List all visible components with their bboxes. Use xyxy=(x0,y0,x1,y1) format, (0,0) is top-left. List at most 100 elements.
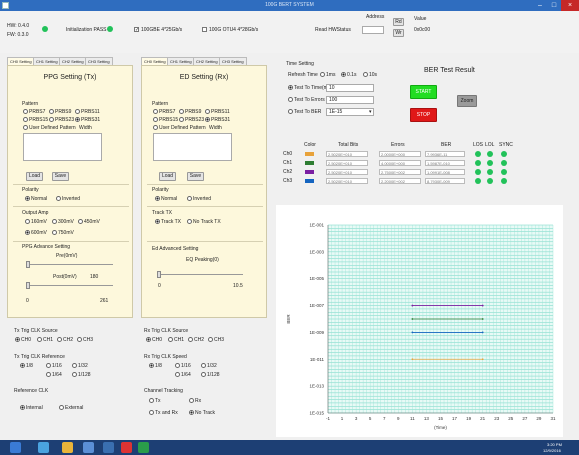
rx-clk-spd-8[interactable]: 1/8 xyxy=(149,363,162,369)
ppg-amp-300[interactable]: 300mV xyxy=(52,219,74,225)
tab-ch1-tx[interactable]: CH1 Setting xyxy=(33,57,61,65)
ppg-load-button[interactable]: Load xyxy=(26,172,43,181)
ppg-pattern-prbs31[interactable]: PRBS31 xyxy=(75,117,100,123)
tab-ch0-tx[interactable]: CH0 Setting xyxy=(7,57,35,65)
refresh-01s[interactable]: 0.1s xyxy=(341,72,356,78)
ed-load-button[interactable]: Load xyxy=(159,172,176,181)
maximize-button[interactable]: □ xyxy=(547,0,561,11)
tx-clk-src-ch0[interactable]: CH0 xyxy=(15,337,31,343)
errors-cell[interactable]: 2.7500E+002 xyxy=(379,169,421,175)
ppg-post-thumb[interactable] xyxy=(26,282,30,289)
tab-ch2-tx[interactable]: CH2 Setting xyxy=(59,57,87,65)
tx-clk-ref-8[interactable]: 1/8 xyxy=(20,363,33,369)
read-button[interactable]: Rd xyxy=(393,18,404,26)
stop-button[interactable]: STOP xyxy=(410,108,437,122)
total-bits-cell[interactable]: 2.5020E+010 xyxy=(326,169,368,175)
ed-user-pattern-textarea[interactable] xyxy=(153,133,232,161)
ppg-pattern-prbs23[interactable]: PRBS23 xyxy=(49,117,74,123)
ppg-post-slider[interactable] xyxy=(26,285,113,286)
ed-pattern-prbs31[interactable]: PRBS31 xyxy=(205,117,230,123)
tab-ch1-rx[interactable]: CH1 Setting xyxy=(167,57,195,65)
ref-clk-internal[interactable]: Internal xyxy=(20,405,43,411)
tx-clk-ref-128[interactable]: 1/128 xyxy=(72,372,91,378)
test-ber-select[interactable]: 1E-15 xyxy=(326,108,374,116)
app-icon[interactable] xyxy=(138,442,149,453)
total-bits-cell[interactable]: 2.5020E+010 xyxy=(326,178,368,184)
test-errors-input[interactable]: 100 xyxy=(326,96,374,104)
app-icon[interactable] xyxy=(121,442,132,453)
minimize-button[interactable]: – xyxy=(533,0,547,11)
total-bits-cell[interactable]: 2.5020E+010 xyxy=(326,160,368,166)
checkbox-icon[interactable] xyxy=(202,27,207,33)
ref-clk-external[interactable]: External xyxy=(59,405,83,411)
folder-icon[interactable] xyxy=(62,442,73,453)
ed-user-pattern[interactable]: User Defined Pattern xyxy=(153,125,206,131)
write-button[interactable]: Wr xyxy=(393,29,404,37)
ed-pattern-prbs23[interactable]: PRBS23 xyxy=(179,117,204,123)
start-button[interactable]: START xyxy=(410,85,437,99)
ber-cell[interactable]: 8.7930E-009 xyxy=(425,178,465,184)
tx-clk-src-ch1[interactable]: CH1 xyxy=(37,337,53,343)
test-time-input[interactable]: 10 xyxy=(326,84,374,92)
ed-polarity-normal[interactable]: Normal xyxy=(155,196,177,202)
track-none[interactable]: No Track xyxy=(189,410,215,416)
rx-clk-spd-16[interactable]: 1/16 xyxy=(175,363,191,369)
mode-100gbe[interactable]: 100GBE 4*25Gb/s xyxy=(134,27,182,33)
read-hwstatus-button[interactable]: Read HWStatus xyxy=(315,27,351,33)
tab-ch3-tx[interactable]: CH3 Setting xyxy=(85,57,113,65)
refresh-10s[interactable]: 10s xyxy=(363,72,377,78)
rx-clk-spd-32[interactable]: 1/32 xyxy=(201,363,217,369)
ed-pattern-prbs15[interactable]: PRBS15 xyxy=(153,117,178,123)
ppg-amp-600[interactable]: 600mV xyxy=(25,230,47,236)
ed-track-tx[interactable]: Track TX xyxy=(155,219,181,225)
ppg-pattern-prbs15[interactable]: PRBS15 xyxy=(23,117,48,123)
ber-cell[interactable]: 1.0991E-008 xyxy=(425,169,465,175)
ppg-pre-thumb[interactable] xyxy=(26,261,30,268)
test-to-ber[interactable]: Test To BER xyxy=(288,109,321,115)
tab-ch3-rx[interactable]: CH3 Setting xyxy=(219,57,247,65)
errors-cell[interactable]: 4.0000E+000 xyxy=(379,160,421,166)
ppg-amp-450[interactable]: 450mV xyxy=(78,219,100,225)
rx-clk-src-ch1[interactable]: CH1 xyxy=(168,337,184,343)
rx-clk-spd-128[interactable]: 1/128 xyxy=(201,372,220,378)
ed-pattern-prbs7[interactable]: PRBS7 xyxy=(153,109,175,115)
ppg-user-pattern[interactable]: User Defined Pattern xyxy=(23,125,76,131)
rx-clk-src-ch2[interactable]: CH2 xyxy=(188,337,204,343)
zoom-button[interactable]: Zoom xyxy=(457,95,477,107)
start-icon[interactable] xyxy=(10,442,21,453)
track-tx-and-rx[interactable]: Tx and Rx xyxy=(149,410,178,416)
ppg-pattern-prbs11[interactable]: PRBS11 xyxy=(75,109,100,115)
app-icon[interactable] xyxy=(83,442,94,453)
refresh-1ms[interactable]: 1ms xyxy=(320,72,335,78)
ed-eq-thumb[interactable] xyxy=(157,271,161,278)
ed-save-button[interactable]: Save xyxy=(187,172,204,181)
ppg-user-pattern-textarea[interactable] xyxy=(23,133,102,161)
ppg-save-button[interactable]: Save xyxy=(52,172,69,181)
ppg-pattern-prbs9[interactable]: PRBS9 xyxy=(49,109,71,115)
track-rx[interactable]: Rx xyxy=(189,398,201,404)
rx-clk-src-ch0[interactable]: CH0 xyxy=(146,337,162,343)
rx-clk-src-ch3[interactable]: CH3 xyxy=(208,337,224,343)
tx-clk-src-ch3[interactable]: CH3 xyxy=(77,337,93,343)
total-bits-cell[interactable]: 2.5020E+010 xyxy=(326,151,368,157)
ed-pattern-prbs11[interactable]: PRBS11 xyxy=(205,109,230,115)
ppg-polarity-inverted[interactable]: Inverted xyxy=(56,196,80,202)
checkbox-icon[interactable] xyxy=(134,27,139,33)
tx-clk-ref-16[interactable]: 1/16 xyxy=(46,363,62,369)
ppg-amp-750[interactable]: 750mV xyxy=(52,230,74,236)
ed-no-track-tx[interactable]: No Track TX xyxy=(187,219,221,225)
browser-icon[interactable] xyxy=(38,442,49,453)
ed-eq-slider[interactable] xyxy=(157,274,243,275)
ed-polarity-inverted[interactable]: Inverted xyxy=(187,196,211,202)
app-icon[interactable] xyxy=(103,442,114,453)
ppg-pre-slider[interactable] xyxy=(26,264,113,265)
tx-clk-ref-64[interactable]: 1/64 xyxy=(46,372,62,378)
close-button[interactable]: × xyxy=(561,0,579,11)
ber-cell[interactable]: 1.5987E-010 xyxy=(425,160,465,166)
errors-cell[interactable]: 2.2000E+002 xyxy=(379,178,421,184)
errors-cell[interactable]: 2.0000E+000 xyxy=(379,151,421,157)
tx-clk-src-ch2[interactable]: CH2 xyxy=(57,337,73,343)
address-input[interactable] xyxy=(362,26,384,34)
tab-ch0-rx[interactable]: CH0 Setting xyxy=(141,57,169,65)
tab-ch2-rx[interactable]: CH2 Setting xyxy=(193,57,221,65)
